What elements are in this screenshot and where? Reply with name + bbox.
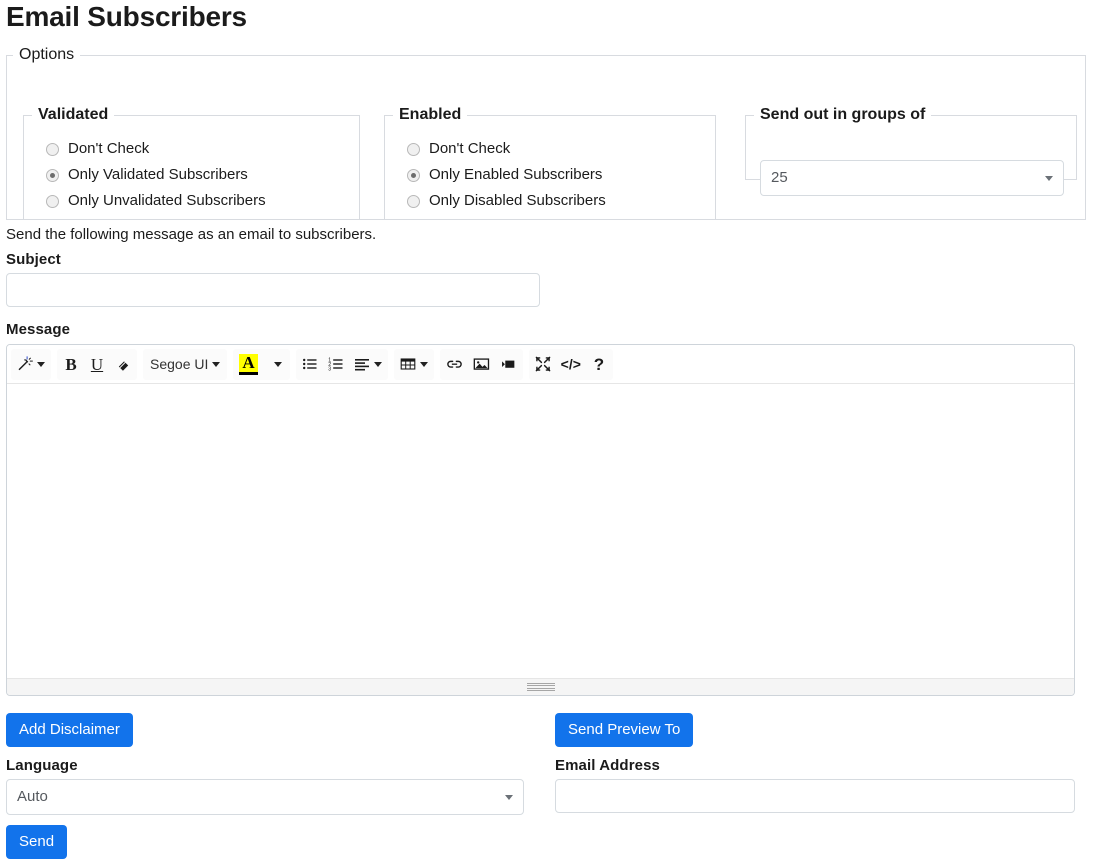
subject-input[interactable] [6,273,540,307]
groups-select-value[interactable]: 25 [760,160,1064,196]
radio-indicator[interactable] [46,168,59,182]
chevron-down-icon [273,361,282,367]
enabled-legend: Enabled [399,106,462,123]
unordered-list-icon [302,358,317,370]
radio-label: Only Disabled Subscribers [429,192,606,209]
radio-indicator[interactable] [46,194,59,208]
helper-text: Send the following message as an email t… [6,226,377,243]
style-button[interactable]: style [12,350,50,379]
paragraph-align-dropdown[interactable]: paragraph [349,350,387,379]
font-color-button[interactable]: A [234,350,262,379]
radio-enabled-only-enabled[interactable]: Only Enabled Subscribers [407,162,715,188]
radio-indicator[interactable] [46,142,59,156]
toolbar-group-view: fullscreen </> ? [528,348,613,380]
groups-selected-text: 25 [771,169,788,186]
chevron-down-icon [419,361,428,367]
email-address-input[interactable] [555,779,1075,813]
radio-indicator[interactable] [407,194,420,208]
radio-label: Only Validated Subscribers [68,166,248,183]
chevron-down-icon [373,361,382,367]
radio-validated-only-unvalidated[interactable]: Only Unvalidated Subscribers [46,188,359,214]
radio-indicator[interactable] [407,168,420,182]
groups-legend: Send out in groups of [760,106,926,123]
radio-label: Don't Check [429,140,511,157]
video-icon [501,360,515,368]
groups-fieldset: Send out in groups of 25 [745,106,1077,196]
toolbar-group-fontname: Segoe UI [143,348,228,380]
font-name-dropdown[interactable]: Segoe UI [144,350,226,379]
language-selected-text: Auto [17,788,48,805]
chevron-down-icon [37,361,45,367]
enabled-fieldset: Enabled Don't Check Only Enabled Subscri… [384,106,716,220]
toolbar-group-style: style [11,348,51,380]
send-preview-to-button[interactable]: Send Preview To [555,713,694,747]
video-button[interactable]: video [495,350,522,379]
validated-radio-group: Don't Check Only Validated Subscribers O… [24,124,359,214]
fullscreen-button[interactable]: fullscreen [530,350,556,379]
chevron-down-icon [212,361,221,367]
table-icon [400,358,416,370]
groups-select[interactable]: 25 [760,160,1064,196]
font-color-swatch: A [239,353,258,375]
toolbar-group-fontstyle: B U eraser [57,348,137,380]
unordered-list-button[interactable]: unordered-list [297,350,323,379]
magic-wand-icon [18,356,33,371]
options-legend: Options [19,46,75,63]
language-select-value[interactable]: Auto [6,779,524,815]
send-button[interactable]: Send [6,825,68,859]
language-label: Language [6,757,78,774]
toolbar-group-fontcolor: A [233,348,290,380]
email-address-label: Email Address [555,757,660,774]
subject-label: Subject [6,251,61,268]
eraser-icon [118,360,128,371]
help-button[interactable]: ? [586,350,612,379]
codeview-button[interactable]: </> [556,350,586,379]
align-left-icon [354,359,369,371]
font-name-value: Segoe UI [150,356,209,372]
ordered-list-icon: 1 2 3 [328,357,343,372]
page-title: Email Subscribers [6,1,247,32]
toolbar-group-table: table [393,348,434,380]
enabled-radio-group: Don't Check Only Enabled Subscribers Onl… [385,124,715,214]
radio-enabled-dont-check[interactable]: Don't Check [407,136,715,162]
font-color-dropdown[interactable] [263,350,289,379]
radio-label: Don't Check [68,140,150,157]
radio-label: Only Unvalidated Subscribers [68,192,266,209]
radio-indicator[interactable] [407,142,420,156]
radio-validated-only-validated[interactable]: Only Validated Subscribers [46,162,359,188]
bold-button[interactable]: B [58,350,84,379]
message-content-area[interactable] [7,384,1074,678]
ordered-list-button[interactable]: 1 2 3 ordered-list [323,350,349,379]
radio-label: Only Enabled Subscribers [429,166,603,183]
radio-enabled-only-disabled[interactable]: Only Disabled Subscribers [407,188,715,214]
toolbar-group-para: unordered-list 1 2 3 ordered-list [295,348,388,380]
message-editor: style B U eraser Segoe UI [6,344,1075,696]
expand-arrows-icon [535,356,551,372]
radio-validated-dont-check[interactable]: Don't Check [46,136,359,162]
validated-legend: Validated [38,106,109,123]
link-button[interactable]: link [441,350,468,379]
picture-icon [473,358,489,370]
options-fieldset: Options Validated Don't Check Only Valid… [6,46,1086,220]
table-button[interactable]: table [395,350,433,379]
toolbar-group-insert: link picture video [439,348,523,380]
validated-fieldset: Validated Don't Check Only Validated Sub… [23,106,360,220]
svg-text:3: 3 [328,367,331,372]
link-icon [446,360,462,368]
clear-formatting-button[interactable]: eraser [110,350,136,379]
underline-button[interactable]: U [84,350,110,379]
picture-button[interactable]: picture [468,350,495,379]
editor-resize-bar[interactable] [7,678,1074,695]
language-select[interactable]: Auto [6,779,524,815]
editor-toolbar: style B U eraser Segoe UI [7,345,1074,384]
resize-grip-icon [526,683,555,691]
options-row: Validated Don't Check Only Validated Sub… [7,64,1085,220]
add-disclaimer-button[interactable]: Add Disclaimer [6,713,133,747]
message-label: Message [6,321,71,338]
